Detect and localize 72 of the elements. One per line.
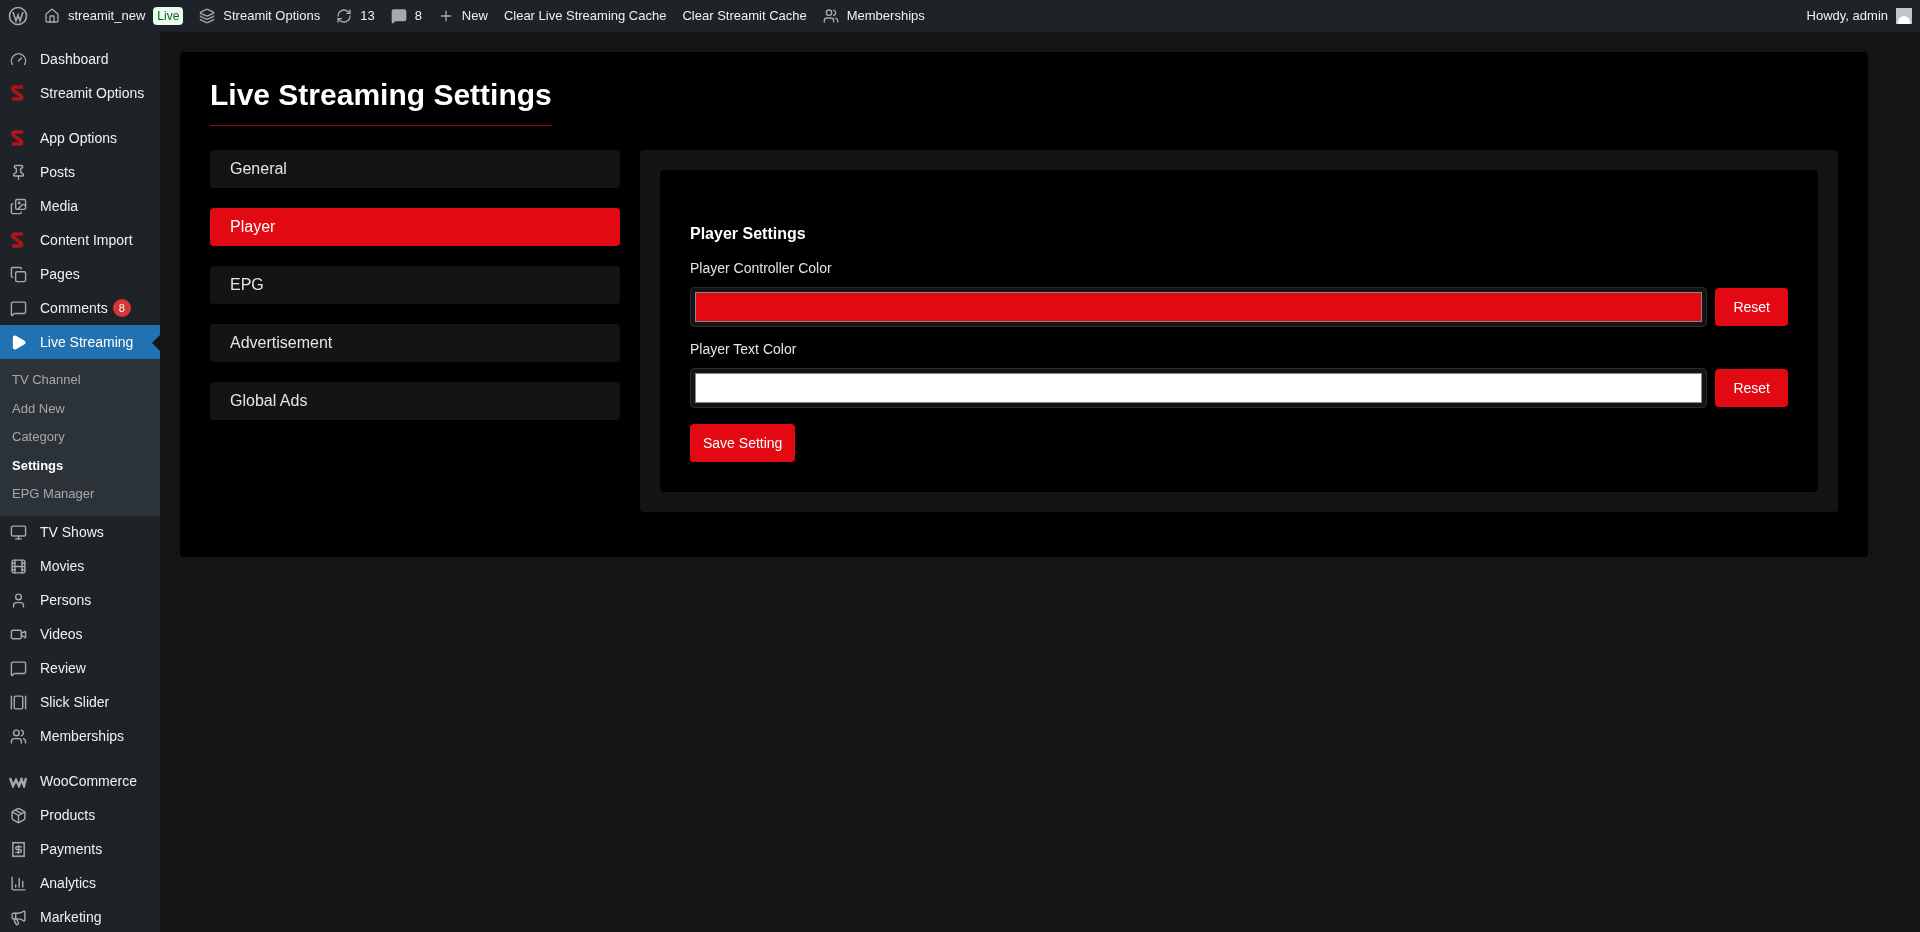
admin-bar-link[interactable]: Clear Live Streaming Cache [503, 6, 667, 26]
settings-tab[interactable]: Global Ads [210, 382, 620, 420]
bar-chart-icon [9, 875, 27, 892]
sidebar-item[interactable]: Content Import [0, 223, 160, 257]
group-icon [822, 8, 839, 24]
home-icon [44, 8, 60, 24]
settings-tab[interactable]: Player [210, 208, 620, 246]
submenu-item[interactable]: Add New [0, 394, 160, 423]
admin-bar-link[interactable]: Clear Streamit Cache [682, 6, 807, 26]
sidebar-item[interactable]: Analytics [0, 866, 160, 901]
admin-bar-link[interactable]: New [461, 6, 488, 26]
field-label: Player Text Color [690, 340, 798, 359]
megaphone-icon [9, 909, 27, 926]
section-heading: Player Settings [690, 224, 807, 244]
woo-logo-icon [9, 775, 27, 788]
reset-button[interactable]: Reset [1715, 288, 1788, 326]
site-link[interactable]: streamit_new [68, 6, 146, 26]
group-icon [9, 728, 27, 745]
s-logo-icon [10, 84, 26, 102]
sidebar-item[interactable]: Pages [0, 257, 160, 291]
comment-icon [9, 660, 27, 677]
admin-bar-link[interactable]: 13 [360, 6, 375, 26]
admin-bar-link[interactable]: Memberships [846, 6, 925, 26]
live-badge: Live [153, 7, 184, 25]
admin-bar-link[interactable]: 8 [414, 6, 422, 26]
submenu-item[interactable]: Category [0, 423, 160, 452]
sidebar-item[interactable]: WooCommerce [0, 764, 160, 799]
greeting-link[interactable]: Howdy, admin [1806, 6, 1888, 26]
sidebar-item[interactable]: Media [0, 189, 160, 223]
sidebar-item[interactable]: TV Shows [0, 515, 160, 550]
sidebar-item[interactable]: App Options [0, 121, 160, 155]
submenu-item[interactable]: EPG Manager [0, 480, 160, 509]
comment-icon [9, 299, 27, 317]
sidebar-item[interactable]: Payments [0, 832, 160, 867]
film-icon [9, 558, 27, 575]
settings-tab[interactable]: Advertisement [210, 324, 620, 362]
settings-tab[interactable]: EPG [210, 266, 620, 304]
admin-bar-link[interactable]: Streamit Options [223, 6, 321, 26]
sidebar-item[interactable]: Slick Slider [0, 685, 160, 720]
sidebar-item[interactable]: Dashboard [0, 42, 160, 76]
s-logo-icon [10, 129, 26, 147]
sidebar-item[interactable]: Posts [0, 155, 160, 189]
gauge-icon [9, 50, 27, 68]
sidebar-item[interactable]: Persons [0, 583, 160, 618]
pages-icon [9, 265, 27, 283]
avatar-icon [1896, 8, 1912, 24]
settings-tab[interactable]: General [210, 150, 620, 188]
s-logo-icon [10, 231, 26, 249]
sidebar-item[interactable]: Comments 8 [0, 291, 160, 325]
wordpress-logo-icon[interactable] [8, 6, 28, 26]
comment-icon [390, 8, 407, 24]
box-icon [9, 807, 27, 824]
page-title: Live Streaming Settings [210, 72, 552, 126]
sidebar-item[interactable]: Movies [0, 549, 160, 584]
sidebar-item[interactable]: Videos [0, 617, 160, 652]
monitor-icon [9, 524, 27, 541]
slider-icon [9, 694, 27, 711]
sidebar-item[interactable]: Live Streaming [0, 325, 160, 359]
dollar-note-icon [9, 841, 27, 858]
reset-button[interactable]: Reset [1715, 369, 1788, 407]
submenu-item[interactable]: TV Channel [0, 366, 160, 395]
field-label: Player Controller Color [690, 259, 833, 278]
sidebar-item[interactable]: Products [0, 798, 160, 833]
submenu-item[interactable]: Settings [0, 451, 160, 480]
save-setting-button[interactable]: Save Setting [690, 424, 796, 462]
sidebar-item[interactable]: Memberships [0, 719, 160, 754]
sidebar-item[interactable]: Review [0, 651, 160, 686]
count-badge: 8 [112, 299, 131, 317]
refresh-icon [336, 8, 353, 24]
media-icon [9, 197, 27, 215]
sidebar-item[interactable]: Marketing [0, 900, 160, 932]
sidebar-item[interactable]: Streamit Options [0, 76, 160, 110]
